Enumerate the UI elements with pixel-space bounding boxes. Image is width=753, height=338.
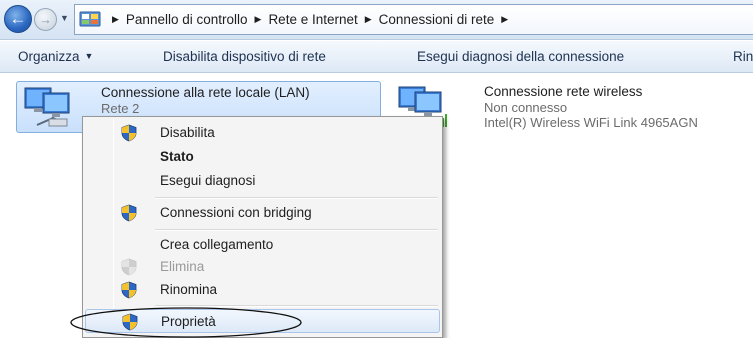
menu-item-diagnose[interactable]: Esegui diagnosi [85,169,440,193]
menu-separator [155,229,438,231]
rename-connection-button[interactable]: Rinc [733,49,753,64]
wireless-connection-item[interactable]: Connessione rete wireless Non connesso I… [393,81,753,133]
uac-shield-icon [121,204,137,222]
menu-item-label: Stato [160,149,194,164]
wireless-adapter-name: Intel(R) Wireless WiFi Link 4965AGN [484,115,698,130]
address-bar: ← → ▼ ▶ Pannello di controllo ▶ Rete e I… [0,0,753,40]
disable-device-button[interactable]: Disabilita dispositivo di rete [163,49,326,64]
menu-item-label: Crea collegamento [160,237,274,252]
menu-item-bridge-connections[interactable]: Connessioni con bridging [85,201,440,225]
uac-shield-icon [121,281,137,299]
lan-connection-status: Rete 2 [101,101,140,116]
uac-shield-icon [121,124,137,142]
menu-item-label: Connessioni con bridging [160,205,312,220]
highlight-ellipse-annotation [70,307,302,338]
lan-connection-name: Connessione alla rete locale (LAN) [101,85,310,100]
breadcrumb-arrow-icon[interactable]: ▶ [248,14,269,25]
control-panel-icon [79,11,101,27]
back-arrow-icon[interactable]: ← [4,5,32,33]
wired-network-icon [24,87,70,127]
menu-item-create-shortcut[interactable]: Crea collegamento [85,233,440,257]
address-field[interactable]: ▶ Pannello di controllo ▶ Rete e Interne… [74,4,753,35]
menu-item-status[interactable]: Stato [85,145,440,169]
menu-item-label: Rinomina [160,282,218,297]
breadcrumb: ▶ Pannello di controllo ▶ Rete e Interne… [105,5,515,34]
breadcrumb-arrow-icon[interactable]: ▶ [358,14,379,25]
breadcrumb-control-panel[interactable]: Pannello di controllo [126,12,248,27]
menu-item-rename[interactable]: Rinomina [85,278,440,302]
menu-item-disable[interactable]: Disabilita [85,121,440,145]
breadcrumb-arrow-icon[interactable]: ▶ [494,14,515,25]
breadcrumb-network-connections[interactable]: Connessioni di rete [379,12,495,27]
menu-separator [155,197,438,199]
breadcrumb-arrow-icon[interactable]: ▶ [105,14,126,25]
chevron-down-icon: ▼ [84,51,94,61]
menu-item-delete: Elimina [85,255,440,279]
organize-menu-button[interactable]: Organizza ▼ [18,49,93,64]
uac-shield-icon [121,258,137,276]
context-menu: Disabilita Stato Esegui diagnosi Conness… [82,116,443,338]
wireless-connection-status: Non connesso [484,100,568,115]
history-dropdown-icon[interactable]: ▼ [60,13,69,23]
diagnose-connection-button[interactable]: Esegui diagnosi della connessione [417,49,624,64]
wireless-connection-name: Connessione rete wireless [484,84,643,99]
forward-arrow-icon[interactable]: → [34,8,57,31]
breadcrumb-network-internet[interactable]: Rete e Internet [268,12,357,27]
menu-item-label: Disabilita [160,125,215,140]
menu-item-label: Esegui diagnosi [160,173,256,188]
command-bar: Organizza ▼ Disabilita dispositivo di ret… [0,41,753,73]
menu-item-label: Elimina [160,259,205,274]
